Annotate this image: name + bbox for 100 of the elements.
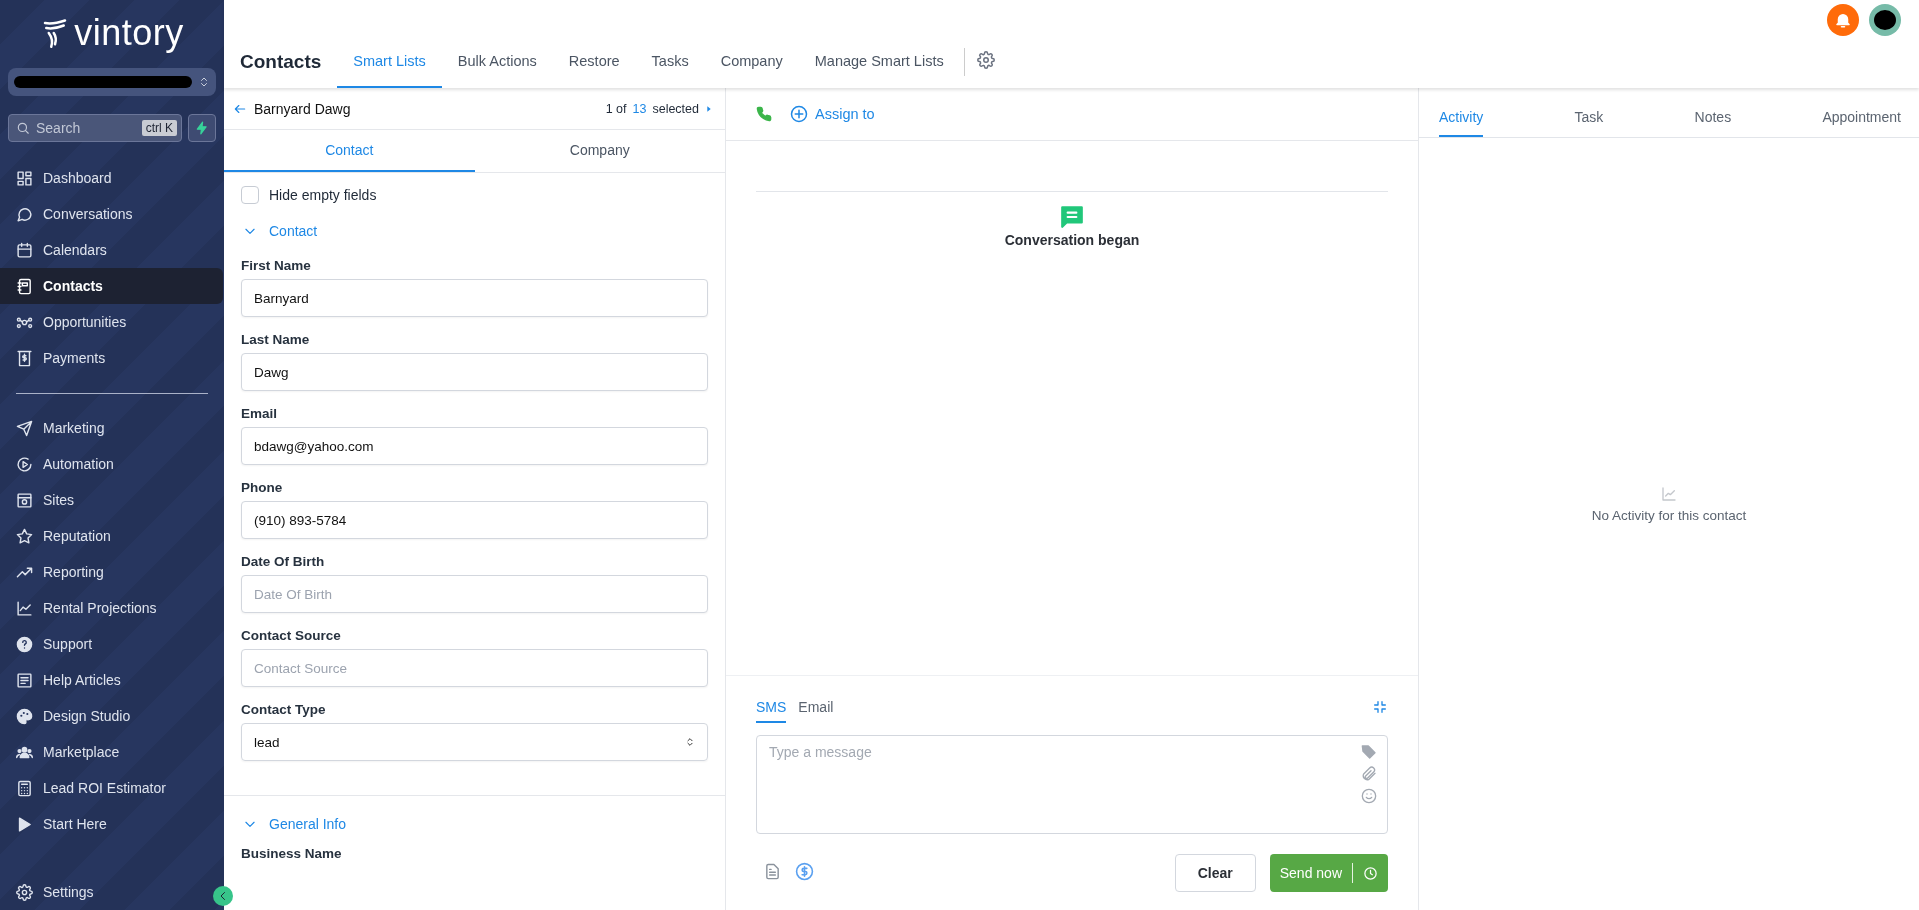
calculator-icon bbox=[16, 779, 33, 797]
section-toggle[interactable]: Contact bbox=[241, 219, 708, 243]
dollar-circle-icon bbox=[795, 861, 814, 881]
activity-tab[interactable]: Appointment bbox=[1822, 106, 1901, 137]
panel-tab[interactable]: Company bbox=[474, 130, 725, 172]
newspaper-icon bbox=[16, 671, 33, 689]
receipt-icon bbox=[16, 349, 33, 367]
grid-icon bbox=[16, 169, 33, 187]
nav-item[interactable]: Automation bbox=[0, 446, 224, 482]
tag-icon bbox=[1361, 744, 1377, 760]
checkbox[interactable] bbox=[241, 186, 259, 204]
quick-action-button[interactable] bbox=[188, 114, 216, 142]
chart-icon bbox=[16, 599, 33, 617]
account-switcher[interactable] bbox=[8, 68, 216, 96]
browser-icon bbox=[16, 491, 33, 509]
nav-item[interactable]: Payments bbox=[0, 340, 224, 376]
field-label: Contact Source bbox=[241, 628, 342, 643]
nav-item[interactable]: Dashboard bbox=[0, 160, 224, 196]
input-field[interactable]: Dawg bbox=[241, 353, 708, 391]
field-label: First Name bbox=[241, 258, 312, 273]
nav-item[interactable]: Reporting bbox=[0, 554, 224, 590]
notification-button[interactable] bbox=[1827, 4, 1859, 36]
field-label: Date Of Birth bbox=[241, 554, 326, 569]
nav-item[interactable]: Reputation bbox=[0, 518, 224, 554]
up-down-chevron-icon bbox=[198, 75, 210, 89]
nav-item[interactable]: Conversations bbox=[0, 196, 224, 232]
paper-plane-icon bbox=[16, 419, 33, 437]
star-icon bbox=[16, 527, 33, 545]
activity-tab[interactable]: Activity bbox=[1439, 106, 1484, 137]
section-toggle[interactable]: General Info bbox=[241, 812, 708, 836]
user-avatar[interactable] bbox=[1869, 4, 1901, 36]
logo-text: vintory bbox=[74, 15, 184, 51]
search-icon bbox=[16, 121, 30, 135]
nav-tab[interactable]: Restore bbox=[552, 40, 636, 88]
nav-tab[interactable]: Company bbox=[704, 40, 799, 88]
nav-item[interactable]: Contacts bbox=[0, 268, 223, 304]
nav-item[interactable]: Sites bbox=[0, 482, 224, 518]
nav-item[interactable]: Marketplace bbox=[0, 734, 224, 770]
nav-item[interactable]: Calendars bbox=[0, 232, 224, 268]
clear-button[interactable]: Clear bbox=[1174, 854, 1256, 892]
smiley-icon bbox=[1361, 788, 1377, 804]
up-down-chevron-icon bbox=[685, 735, 695, 749]
clock-icon bbox=[1363, 865, 1378, 881]
field-label: Business Name bbox=[241, 846, 343, 861]
bell-icon bbox=[1834, 11, 1852, 29]
nav-tab[interactable]: Manage Smart Lists bbox=[798, 40, 960, 88]
plus-circle-icon bbox=[790, 105, 808, 123]
play-circle-icon bbox=[16, 455, 33, 473]
pager-text: selected bbox=[652, 101, 699, 116]
palette-icon bbox=[16, 707, 33, 725]
activity-tab[interactable]: Task bbox=[1574, 106, 1604, 137]
document-icon bbox=[764, 862, 781, 880]
search-field[interactable]: Search ctrl K bbox=[8, 114, 182, 142]
input-field[interactable]: (910) 893-5784 bbox=[241, 501, 708, 539]
nav-item[interactable]: Opportunities bbox=[0, 304, 224, 340]
speech-bubble-icon bbox=[16, 205, 33, 223]
assign-link[interactable]: Assign to bbox=[790, 105, 875, 123]
calendar-icon bbox=[16, 241, 33, 259]
nav-tab[interactable]: Tasks bbox=[635, 40, 705, 88]
settings-icon bbox=[976, 51, 995, 69]
nav-tab[interactable]: Bulk Actions bbox=[441, 40, 553, 88]
activity-tab[interactable]: Notes bbox=[1694, 106, 1732, 137]
nav-item[interactable]: Lead ROI Estimator bbox=[0, 770, 224, 806]
address-book-icon bbox=[16, 277, 33, 295]
nav-item[interactable]: Help Articles bbox=[0, 662, 224, 698]
chat-bubble-icon bbox=[1059, 204, 1085, 230]
input-field[interactable]: bdawg@yahoo.com bbox=[241, 427, 708, 465]
collapse-icon bbox=[1372, 698, 1388, 715]
question-icon bbox=[16, 635, 33, 653]
pager-text: 1 of bbox=[605, 101, 627, 116]
channel-tab[interactable]: SMS bbox=[756, 694, 787, 723]
panel-tab[interactable]: Contact bbox=[224, 130, 475, 172]
input-field[interactable]: Date Of Birth bbox=[241, 575, 708, 613]
empty-state-text: No Activity for this contact bbox=[1591, 507, 1747, 523]
nav-item[interactable]: Rental Projections bbox=[0, 590, 224, 626]
select-field[interactable]: lead bbox=[241, 723, 708, 761]
input-field[interactable]: Contact Source bbox=[241, 649, 708, 687]
field-label: Last Name bbox=[241, 332, 311, 347]
checkbox-label: Hide empty fields bbox=[269, 187, 377, 203]
nav-item[interactable]: Start Here bbox=[0, 806, 224, 842]
next-arrow-icon bbox=[705, 103, 713, 114]
settings-link[interactable]: Settings bbox=[0, 874, 102, 910]
nav-item[interactable]: Support bbox=[0, 626, 224, 662]
field-label: Phone bbox=[241, 480, 284, 495]
pager-count[interactable]: 13 bbox=[632, 101, 647, 116]
settings-icon bbox=[16, 883, 33, 901]
contact-name: Barnyard Dawg bbox=[254, 100, 351, 117]
event-text: Conversation began bbox=[1004, 232, 1140, 248]
phone-icon bbox=[756, 106, 772, 122]
nav-item[interactable]: Marketing bbox=[0, 410, 224, 446]
input-field[interactable]: Barnyard bbox=[241, 279, 708, 317]
channel-tab[interactable]: Email bbox=[798, 694, 834, 723]
shortcut-key: ctrl K bbox=[141, 120, 177, 136]
field-label: Email bbox=[241, 406, 279, 421]
lightning-icon bbox=[195, 120, 209, 136]
field-label: Contact Type bbox=[241, 702, 327, 717]
play-icon bbox=[16, 815, 33, 833]
page-title: Contacts bbox=[240, 51, 322, 73]
paperclip-icon bbox=[1361, 766, 1377, 782]
nav-item[interactable]: Design Studio bbox=[0, 698, 224, 734]
